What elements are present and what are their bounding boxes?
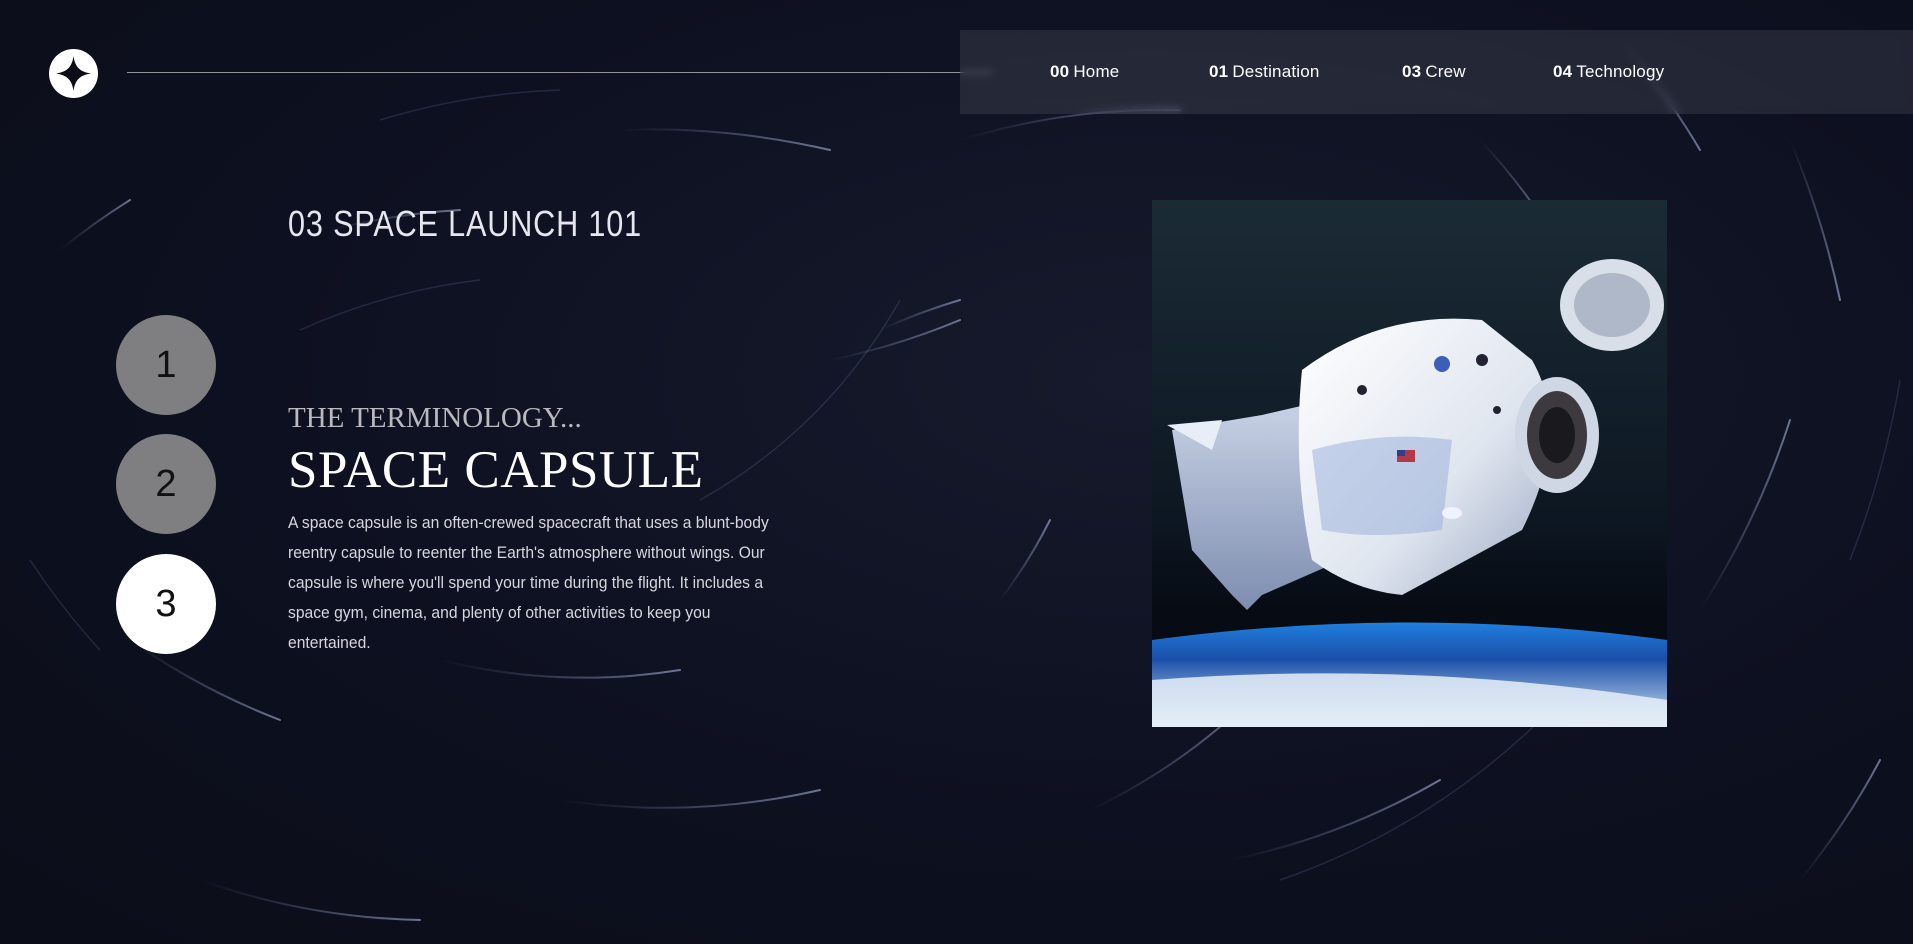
nav-item-destination[interactable]: 01 Destination: [1209, 30, 1320, 114]
header-divider-line: [127, 72, 993, 73]
space-capsule-image: [1152, 200, 1667, 727]
nav-item-number: 01: [1209, 62, 1229, 81]
page-heading: 03 SPACE LAUNCH 101: [288, 203, 643, 244]
terminology-label: THE TERMINOLOGY...: [288, 402, 582, 434]
nav-item-number: 03: [1402, 62, 1422, 81]
step-button-3-active[interactable]: 3: [116, 554, 216, 654]
step-button-1[interactable]: 1: [116, 315, 216, 415]
nav-item-crew[interactable]: 03 Crew: [1402, 30, 1466, 114]
technology-description: A space capsule is an often-crewed space…: [288, 513, 769, 652]
technology-title: SPACE CAPSULE: [288, 441, 704, 499]
step-button-2[interactable]: 2: [116, 434, 216, 534]
nav-item-number: 00: [1050, 62, 1070, 81]
nav-item-label: Technology: [1576, 62, 1665, 81]
nav-item-home[interactable]: 00 Home: [1050, 30, 1119, 114]
nav-item-label: Home: [1073, 62, 1120, 81]
nav-item-number: 04: [1553, 62, 1573, 81]
main-nav: 00 Home 01 Destination 03 Crew 04 Technology: [960, 30, 1913, 114]
nav-item-label: Destination: [1232, 62, 1320, 81]
nav-item-label: Crew: [1425, 62, 1466, 81]
star-logo-icon[interactable]: [49, 49, 98, 98]
nav-item-technology[interactable]: 04 Technology: [1553, 30, 1664, 114]
